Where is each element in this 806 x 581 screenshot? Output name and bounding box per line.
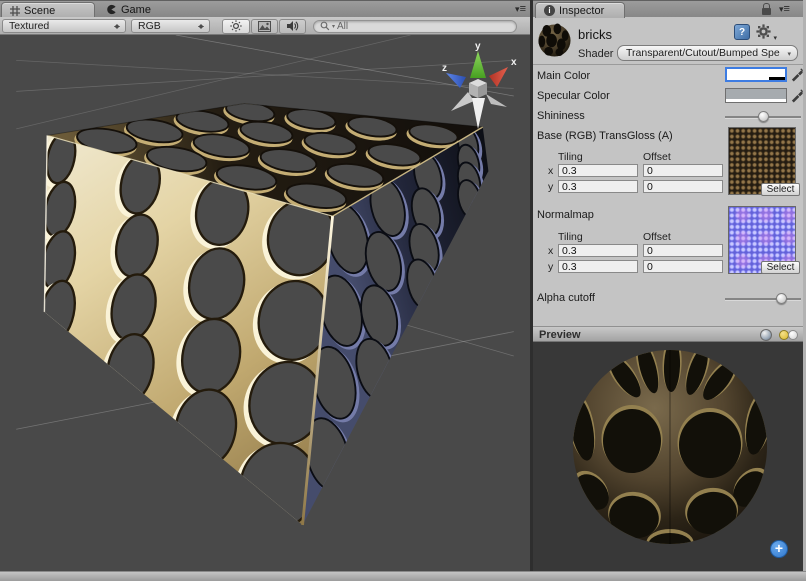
- alpha-bar: [727, 77, 785, 80]
- audio-toggle-button[interactable]: [279, 19, 306, 34]
- grid-icon: [10, 6, 20, 16]
- main-color-label: Main Color: [537, 70, 590, 82]
- normal-offset-y-input[interactable]: [643, 260, 723, 273]
- base-tiling-y-input[interactable]: [558, 180, 638, 193]
- light-off-icon: [788, 330, 798, 340]
- offset-header: Offset: [643, 231, 671, 243]
- tab-game[interactable]: Game: [100, 1, 157, 18]
- preview-sphere-render: [533, 342, 803, 571]
- lighting-toggle-button[interactable]: [222, 19, 250, 34]
- tab-scene[interactable]: Scene: [1, 2, 95, 18]
- help-button[interactable]: ?: [734, 24, 750, 40]
- draw-mode-dropdown[interactable]: Textured: [2, 19, 126, 33]
- y-axis-label: y: [548, 181, 553, 193]
- gizmo-center-cube[interactable]: [469, 79, 487, 98]
- scene-search-field[interactable]: ▾: [313, 20, 517, 33]
- gizmo-z-label: z: [442, 63, 447, 74]
- x-axis-label: x: [548, 245, 553, 257]
- gizmo-x-axis[interactable]: [489, 67, 508, 87]
- alpha-cutoff-label: Alpha cutoff: [537, 292, 595, 304]
- add-button[interactable]: +: [770, 540, 788, 558]
- sun-icon: [230, 20, 242, 32]
- inspector-panel: i Inspector ▾≡ bricks Shader Tran: [533, 0, 803, 571]
- offset-header: Offset: [643, 151, 671, 163]
- slider-thumb[interactable]: [776, 293, 787, 304]
- info-icon: i: [544, 5, 555, 16]
- color-mode-value: RGB: [138, 20, 161, 32]
- base-texture-select-button[interactable]: Select: [761, 183, 800, 196]
- material-ball-thumbnail[interactable]: [537, 23, 572, 58]
- tab-inspector-label: Inspector: [559, 5, 604, 17]
- search-icon: [320, 21, 330, 31]
- base-tiling-x-input[interactable]: [558, 164, 638, 177]
- alpha-bar: [726, 99, 786, 102]
- image-icon: [258, 21, 271, 32]
- scene-viewport[interactable]: y x z: [0, 35, 530, 571]
- slider-track[interactable]: [725, 298, 801, 301]
- preview-lighting-button[interactable]: [779, 329, 800, 341]
- tab-inspector[interactable]: i Inspector: [535, 2, 625, 18]
- tab-game-label: Game: [121, 4, 151, 16]
- search-input[interactable]: [337, 21, 487, 32]
- preview-title: Preview: [539, 329, 581, 341]
- tab-scene-label: Scene: [24, 5, 55, 17]
- inspector-tabbar: i Inspector ▾≡: [533, 0, 803, 17]
- material-name: bricks: [578, 27, 612, 42]
- inspector-pane-menu[interactable]: ▾≡: [779, 3, 790, 15]
- settings-gear-button[interactable]: ▾: [756, 24, 776, 41]
- scene-panel: Scene Game ▾≡ Textured RGB: [0, 0, 530, 571]
- gear-icon: [756, 24, 771, 39]
- base-map-label: Base (RGB) TransGloss (A): [537, 130, 673, 142]
- color-mode-dropdown[interactable]: RGB: [131, 19, 210, 33]
- normal-map-label: Normalmap: [537, 209, 594, 221]
- x-axis-label: x: [548, 165, 553, 177]
- preview-viewport[interactable]: +: [533, 342, 803, 571]
- preview-shape-button[interactable]: [760, 329, 772, 341]
- normal-texture-select-button[interactable]: Select: [761, 261, 800, 274]
- speaker-icon: [286, 20, 299, 32]
- specular-color-label: Specular Color: [537, 90, 610, 102]
- gizmo-y-label: y: [475, 41, 481, 52]
- y-axis-label: y: [548, 261, 553, 273]
- chevron-down-icon: ▾: [787, 50, 791, 58]
- scene-toolbar: Textured RGB: [0, 17, 530, 35]
- normal-tiling-x-input[interactable]: [558, 244, 638, 257]
- main-color-swatch[interactable]: [725, 67, 787, 82]
- draw-mode-value: Textured: [9, 20, 49, 32]
- pacman-icon: [106, 4, 117, 15]
- shininess-label: Shininess: [537, 110, 585, 122]
- normal-offset-x-input[interactable]: [643, 244, 723, 257]
- gizmo-y-axis[interactable]: [470, 51, 486, 78]
- scene-pane-menu[interactable]: ▾≡: [515, 3, 526, 15]
- orientation-gizmo[interactable]: y x z: [440, 40, 520, 132]
- specular-color-swatch[interactable]: [725, 88, 787, 103]
- chevron-down-icon: ▾: [773, 34, 777, 42]
- updown-arrows-icon: [198, 22, 205, 31]
- shader-value: Transparent/Cutout/Bumped Spe: [626, 47, 780, 59]
- skybox-fx-button[interactable]: [251, 19, 278, 34]
- updown-arrows-icon: [114, 22, 121, 31]
- base-offset-x-input[interactable]: [643, 164, 723, 177]
- material-header: bricks Shader Transparent/Cutout/Bumped …: [533, 17, 803, 65]
- shader-label: Shader: [578, 48, 613, 60]
- normal-tiling-y-input[interactable]: [558, 260, 638, 273]
- lock-icon[interactable]: [762, 8, 771, 15]
- search-filter-caret[interactable]: ▾: [332, 23, 335, 30]
- unity-editor-window: { "scene_panel": { "tabs": { "scene": "S…: [0, 0, 806, 581]
- window-statusbar: [0, 571, 806, 581]
- gizmo-z-axis[interactable]: [446, 73, 466, 88]
- tiling-header: Tiling: [558, 151, 583, 163]
- alpha-cutoff-slider[interactable]: [725, 292, 801, 306]
- preview-header[interactable]: Preview: [533, 326, 803, 342]
- gizmo-x-label: x: [511, 57, 517, 68]
- shininess-slider[interactable]: [725, 110, 801, 124]
- shader-dropdown[interactable]: Transparent/Cutout/Bumped Spe ▾: [617, 45, 798, 61]
- base-offset-y-input[interactable]: [643, 180, 723, 193]
- tiling-header: Tiling: [558, 231, 583, 243]
- slider-thumb[interactable]: [758, 111, 769, 122]
- scene-tabbar: Scene Game ▾≡: [0, 0, 530, 17]
